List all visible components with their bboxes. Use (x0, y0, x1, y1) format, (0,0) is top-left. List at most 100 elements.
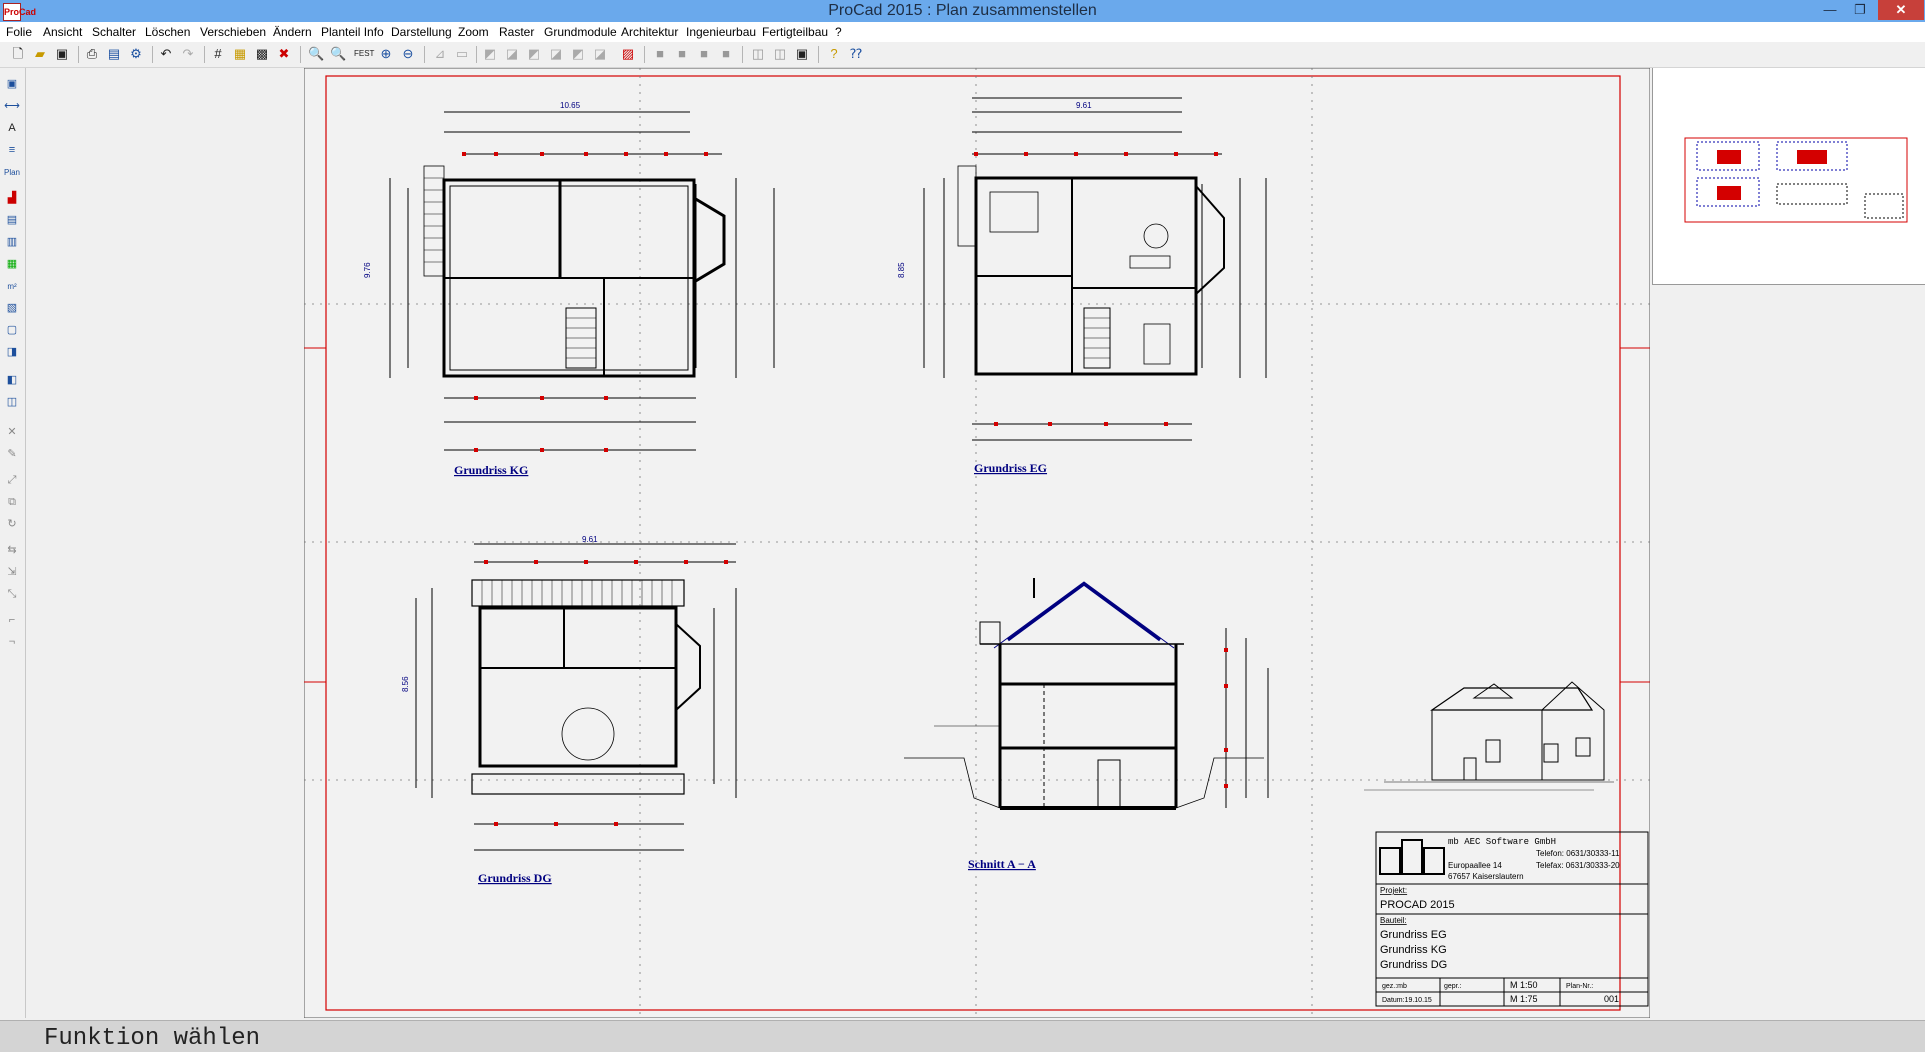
info-icon[interactable]: ? (826, 46, 842, 62)
save-icon[interactable]: ▣ (54, 46, 70, 62)
overview-minimap[interactable] (1652, 68, 1925, 285)
draw-tool-6-icon[interactable]: ◪ (592, 46, 608, 62)
projekt-value: PROCAD 2015 (1380, 899, 1455, 911)
mirror-icon[interactable]: ⇆ (3, 542, 21, 559)
menu-verschieben[interactable]: Verschieben (200, 25, 266, 39)
menu-planteil-info[interactable]: Planteil Info (321, 25, 384, 39)
section-label: Schnitt A − A (968, 857, 1036, 871)
minimize-button[interactable]: — (1816, 0, 1844, 20)
window-tool-icon[interactable]: ▢ (3, 322, 21, 339)
hatch-delete-icon[interactable]: ▨ (620, 46, 636, 62)
draw-tool-4-icon[interactable]: ◪ (548, 46, 564, 62)
block-4-icon[interactable]: ■ (718, 46, 734, 62)
plan-kg-height-dim: 9.76 (363, 262, 372, 278)
menu-grundmodule[interactable]: Grundmodule (544, 25, 617, 39)
column-icon[interactable]: ▥ (3, 234, 21, 251)
plan-eg-label: Grundriss EG (974, 461, 1047, 475)
delete-grid-icon[interactable]: ✖ (276, 46, 292, 62)
menu-folie[interactable]: Folie (6, 25, 32, 39)
menu-bar: Folie Ansicht Schalter Löschen Verschieb… (0, 22, 1925, 42)
zoom-in-icon[interactable]: ⊕ (378, 46, 394, 62)
view-1-icon[interactable]: ◫ (750, 46, 766, 62)
menu-fertigteilbau[interactable]: Fertigteilbau (762, 25, 828, 39)
view-3-icon[interactable]: ▣ (794, 46, 810, 62)
extend-icon[interactable]: ¬ (3, 634, 21, 651)
status-message: Funktion wählen (44, 1025, 261, 1052)
scale-2: M 1:75 (1510, 994, 1538, 1004)
draw-tool-3-icon[interactable]: ◩ (526, 46, 542, 62)
open-folder-icon[interactable]: ▰ (32, 46, 48, 62)
menu-aendern[interactable]: Ändern (273, 25, 312, 39)
undo-icon[interactable]: ↶ (158, 46, 174, 62)
menu-darstellung[interactable]: Darstellung (391, 25, 452, 39)
menu-architektur[interactable]: Architektur (621, 25, 678, 39)
main-toolbar: 🗋 ▰ ▣ ⎙ ▤ ⚙ ↶ ↷ # ▦ ▩ ✖ 🔍 🔍 FEST ⊕ ⊖ ⊿ ▭… (0, 42, 1925, 68)
grid-icon[interactable]: # (210, 46, 226, 62)
plan-no: 001 (1604, 994, 1619, 1004)
plan-eg-width-dim: 9.61 (1076, 101, 1092, 110)
section-icon[interactable]: ◫ (3, 394, 21, 411)
menu-schalter[interactable]: Schalter (92, 25, 136, 39)
printer-setup-icon[interactable]: ⚙ (128, 46, 144, 62)
menu-raster[interactable]: Raster (499, 25, 534, 39)
rotate-icon[interactable]: ↻ (3, 516, 21, 533)
move-icon[interactable]: ⤢ (3, 472, 21, 489)
new-file-icon[interactable]: 🗋 (10, 46, 26, 62)
block-1-icon[interactable]: ■ (652, 46, 668, 62)
draw-tool-5-icon[interactable]: ◩ (570, 46, 586, 62)
menu-help[interactable]: ? (835, 25, 842, 39)
draw-tool-1-icon[interactable]: ◩ (482, 46, 498, 62)
door-icon[interactable]: ◨ (3, 344, 21, 361)
wall-icon[interactable]: ▟ (3, 190, 21, 207)
opening-icon[interactable]: ◧ (3, 372, 21, 389)
dimension-icon[interactable]: ⟷ (3, 98, 21, 115)
hatch-icon[interactable]: ▩ (254, 46, 270, 62)
drawing-sheet[interactable]: 10.65 9.76 Grundriss KG 9.61 8.85 Grundr… (304, 68, 1650, 1018)
menu-ansicht[interactable]: Ansicht (43, 25, 82, 39)
scale-icon[interactable]: ⤡ (3, 586, 21, 603)
company-name: mb AEC Software GmbH (1448, 837, 1556, 847)
zoom-all-icon[interactable]: 🔍 (330, 46, 346, 62)
trim-icon[interactable]: ⌐ (3, 612, 21, 629)
measure-icon[interactable]: ⊿ (432, 46, 448, 62)
copy-icon[interactable]: ⧉ (3, 494, 21, 511)
title-bar: ProCad ProCad 2015 : Plan zusammenstelle… (0, 0, 1925, 22)
roof-icon[interactable]: ▦ (3, 256, 21, 273)
stair-icon[interactable]: ▧ (3, 300, 21, 317)
zoom-window-icon[interactable]: 🔍 (308, 46, 324, 62)
edit-icon[interactable]: ✎ (3, 446, 21, 463)
zoom-fest-icon[interactable]: FEST (354, 46, 374, 62)
layer-icon[interactable]: ▭ (454, 46, 470, 62)
area-icon[interactable]: m² (3, 278, 21, 295)
delete-icon[interactable]: ✕ (3, 424, 21, 441)
context-help-icon[interactable]: ⁇ (848, 46, 864, 62)
plan-icon[interactable]: Plan (3, 164, 21, 181)
company-street: Europaallee 14 (1448, 861, 1502, 870)
block-2-icon[interactable]: ■ (674, 46, 690, 62)
stretch-icon[interactable]: ⇲ (3, 564, 21, 581)
plan-dg-height-dim: 8.56 (401, 676, 410, 692)
close-button[interactable]: ✕ (1878, 0, 1924, 20)
menu-loeschen[interactable]: Löschen (145, 25, 190, 39)
block-3-icon[interactable]: ■ (696, 46, 712, 62)
print-icon[interactable]: ⎙ (84, 46, 100, 62)
select-icon[interactable]: ▣ (3, 76, 21, 93)
plan-dg-width-dim: 9.61 (582, 535, 598, 544)
redo-icon[interactable]: ↷ (180, 46, 196, 62)
scale-1: M 1:50 (1510, 980, 1538, 990)
line-style-icon[interactable]: ≡ (3, 142, 21, 159)
menu-zoom[interactable]: Zoom (458, 25, 489, 39)
text-icon[interactable]: A (3, 120, 21, 137)
zoom-out-icon[interactable]: ⊖ (400, 46, 416, 62)
snap-grid-icon[interactable]: ▦ (232, 46, 248, 62)
plan-kg-width-dim: 10.65 (560, 101, 581, 110)
bauteil-3: Grundriss DG (1380, 959, 1447, 971)
slab-icon[interactable]: ▤ (3, 212, 21, 229)
draw-tool-2-icon[interactable]: ◪ (504, 46, 520, 62)
maximize-button[interactable]: ❐ (1846, 0, 1874, 20)
gepr-label: gepr.: (1444, 983, 1462, 990)
view-2-icon[interactable]: ◫ (772, 46, 788, 62)
menu-ingenieurbau[interactable]: Ingenieurbau (686, 25, 756, 39)
plot-icon[interactable]: ▤ (106, 46, 122, 62)
bauteil-1: Grundriss EG (1380, 929, 1447, 941)
